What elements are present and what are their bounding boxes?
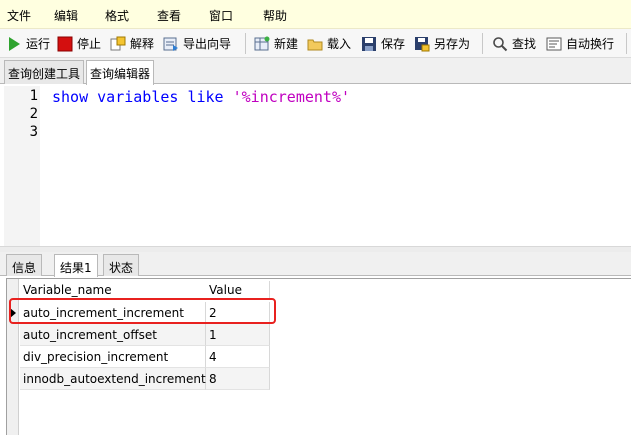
- menu-bar: 文件 编辑 格式 查看 窗口 帮助: [0, 0, 631, 29]
- stop-button[interactable]: 停止: [57, 34, 101, 53]
- stop-icon: [57, 36, 73, 52]
- word-wrap-icon: [546, 36, 562, 52]
- sql-keyword: like: [187, 88, 224, 106]
- toolbar-divider: [245, 33, 246, 54]
- toolbar-divider: [626, 33, 627, 54]
- result-tab-strip: 信息 结果1 状态: [0, 252, 631, 277]
- load-label: 载入: [327, 37, 352, 51]
- tab-result-1[interactable]: 结果1: [54, 254, 98, 277]
- cell-value[interactable]: 1: [206, 324, 270, 346]
- save-as-icon: [414, 36, 430, 52]
- play-icon: [6, 36, 22, 52]
- menu-file[interactable]: 文件: [7, 7, 31, 24]
- folder-icon: [307, 36, 323, 52]
- save-icon: [361, 36, 377, 52]
- stop-label: 停止: [77, 37, 102, 51]
- table-row[interactable]: auto_increment_offset 1: [20, 324, 270, 346]
- tab-info[interactable]: 信息: [6, 254, 43, 276]
- new-button[interactable]: 新建: [254, 34, 298, 53]
- word-wrap-label: 自动换行: [566, 37, 615, 51]
- new-label: 新建: [274, 37, 299, 51]
- load-button[interactable]: 载入: [307, 34, 351, 53]
- sql-keyword: variables: [97, 88, 179, 106]
- explain-label: 解释: [130, 37, 155, 51]
- line-number: 1: [29, 88, 38, 104]
- find-button[interactable]: 查找: [492, 34, 536, 53]
- toolbar-divider: [482, 33, 483, 54]
- editor-tab-strip: 查询创建工具 查询编辑器: [0, 58, 631, 85]
- run-button[interactable]: 运行: [6, 34, 50, 53]
- cell-variable-name[interactable]: innodb_autoextend_increment: [20, 368, 206, 390]
- sql-editor[interactable]: 1 2 3 show variables like '%increment%': [4, 86, 631, 246]
- word-wrap-button[interactable]: 自动换行: [546, 34, 614, 53]
- cell-variable-name[interactable]: div_precision_increment: [20, 346, 206, 368]
- table-row[interactable]: div_precision_increment 4: [20, 346, 270, 368]
- save-as-button[interactable]: 另存为: [414, 34, 470, 53]
- toolbar: 运行 停止 解释 导出向导 新建 载入 保存 另存为 查找 自动换行: [0, 29, 631, 58]
- sql-keyword: show: [52, 88, 89, 106]
- tab-query-builder[interactable]: 查询创建工具: [4, 60, 85, 84]
- export-wizard-label: 导出向导: [183, 37, 232, 51]
- menu-view[interactable]: 查看: [157, 7, 181, 24]
- cell-value[interactable]: 8: [206, 368, 270, 390]
- cell-variable-name[interactable]: auto_increment_offset: [20, 324, 206, 346]
- save-label: 保存: [381, 37, 406, 51]
- table-row[interactable]: innodb_autoextend_increment 8: [20, 368, 270, 390]
- save-button[interactable]: 保存: [361, 34, 405, 53]
- tab-query-editor[interactable]: 查询编辑器: [86, 60, 155, 85]
- sql-code-line[interactable]: show variables like '%increment%': [52, 88, 350, 106]
- row-highlight-annotation: [9, 298, 276, 324]
- cell-value[interactable]: 4: [206, 346, 270, 368]
- find-label: 查找: [512, 37, 537, 51]
- save-as-label: 另存为: [434, 37, 471, 51]
- menu-window[interactable]: 窗口: [209, 7, 233, 24]
- tab-status[interactable]: 状态: [103, 254, 140, 276]
- menu-edit[interactable]: 编辑: [54, 7, 78, 24]
- explain-icon: [110, 36, 126, 52]
- new-query-icon: [254, 36, 270, 52]
- line-number: 2: [29, 106, 38, 122]
- line-number: 3: [29, 124, 38, 140]
- menu-help[interactable]: 帮助: [263, 7, 287, 24]
- export-wizard-button[interactable]: 导出向导: [163, 34, 231, 53]
- sql-string-literal: '%increment%': [232, 88, 351, 106]
- line-number-gutter: 1 2 3: [4, 86, 40, 246]
- explain-button[interactable]: 解释: [110, 34, 154, 53]
- search-icon: [492, 36, 508, 52]
- menu-format[interactable]: 格式: [105, 7, 129, 24]
- run-label: 运行: [26, 37, 51, 51]
- export-icon: [163, 36, 179, 52]
